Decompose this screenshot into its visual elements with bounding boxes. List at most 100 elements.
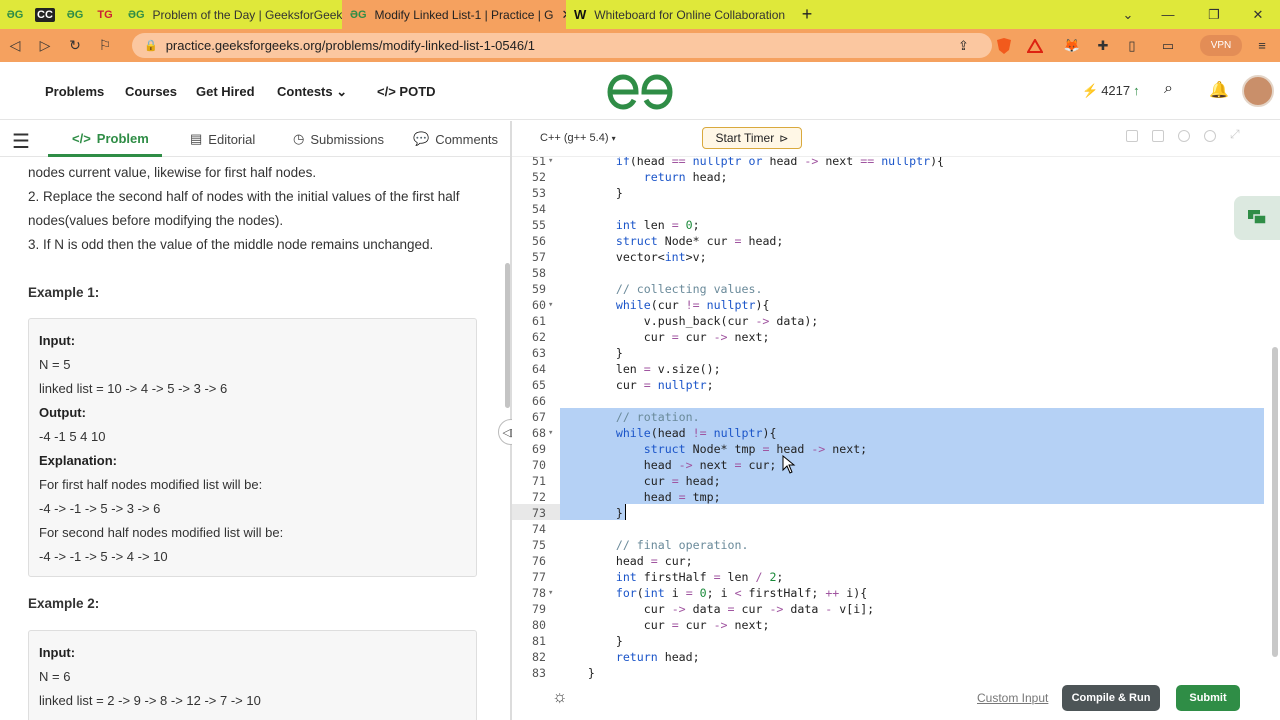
wallet-icon[interactable]: ▭ (1158, 35, 1178, 56)
close-icon[interactable]: ✕ (554, 7, 566, 23)
code-line[interactable]: 58 (512, 265, 1272, 281)
code-line[interactable]: 75 // final operation. (512, 537, 1272, 553)
upload-icon[interactable] (1152, 130, 1164, 142)
code-line[interactable]: 80 cur = cur -> next; (512, 617, 1272, 633)
close-window-icon[interactable]: ✕ (1238, 0, 1278, 29)
tab-label: Editorial (208, 131, 256, 147)
pinned-tab-gfg[interactable]: ƏG (0, 0, 30, 29)
code-line[interactable]: 54 (512, 201, 1272, 217)
tab-editorial[interactable]: ▤ Editorial (190, 131, 255, 147)
tab-problem[interactable]: </> Problem (72, 131, 149, 146)
streak-counter[interactable]: ⚡ 4217 ↑ (1082, 83, 1140, 99)
vpn-button[interactable]: VPN (1200, 35, 1242, 56)
code-icon: </> (377, 84, 396, 99)
code-line[interactable]: 51 ▾ if(head == nullptr or head -> next =… (512, 157, 1272, 169)
code-line[interactable]: 59 // collecting values. (512, 281, 1272, 297)
pinned-tab-gfg-2[interactable]: ƏG (60, 0, 90, 29)
code-line[interactable]: 82 return head; (512, 649, 1272, 665)
submit-button[interactable]: Submit (1176, 685, 1240, 711)
sidebar-icon[interactable]: ▯ (1122, 35, 1142, 56)
compile-run-button[interactable]: Compile & Run (1062, 685, 1160, 711)
code-line[interactable]: 66 (512, 393, 1272, 409)
code-line[interactable]: 61 v.push_back(cur -> data); (512, 313, 1272, 329)
custom-input-link[interactable]: Custom Input (977, 691, 1048, 705)
gfg-logo[interactable] (606, 74, 674, 110)
forward-icon[interactable]: ▷ (30, 37, 60, 54)
new-tab-button[interactable]: + (792, 4, 822, 25)
search-icon[interactable]: ⌕ (1164, 80, 1173, 98)
minimize-icon[interactable]: — (1148, 0, 1188, 29)
metamask-icon[interactable]: 🦊 (1062, 35, 1082, 56)
code-line[interactable]: 81 } (512, 633, 1272, 649)
tab-submissions[interactable]: ◷ Submissions (293, 131, 384, 147)
line-number: 77 (532, 570, 546, 584)
language-select[interactable]: C++ (g++ 5.4) ▾ (540, 132, 616, 144)
fold-arrow-icon[interactable]: ▾ (548, 297, 553, 313)
fold-arrow-icon[interactable]: ▾ (548, 425, 553, 441)
code-line[interactable]: 67 // rotation. (512, 409, 1272, 425)
share-icon[interactable]: ⇪ (958, 38, 969, 54)
address-bar[interactable]: 🔒 practice.geeksforgeeks.org/problems/mo… (132, 33, 992, 58)
code-text: for(int i = 0; i < firstHalf; ++ i){ (615, 586, 868, 600)
brave-rewards-icon[interactable] (1025, 35, 1045, 56)
avatar[interactable] (1242, 75, 1274, 107)
code-line[interactable]: 53 } (512, 185, 1272, 201)
code-line[interactable]: 65 cur = nullptr; (512, 377, 1272, 393)
line-number: 82 (532, 650, 546, 664)
back-icon[interactable]: ◁ (0, 37, 30, 54)
tab-problem-of-the-day[interactable]: ƏG Problem of the Day | GeeksforGeeks | … (120, 0, 342, 29)
settings-icon[interactable] (1178, 130, 1190, 142)
maximize-icon[interactable]: ❐ (1194, 0, 1234, 29)
tab-whiteboard[interactable]: W Whiteboard for Online Collaboration ✕ (566, 0, 792, 29)
editor-scrollbar[interactable] (1272, 347, 1278, 657)
pinned-tab-tg[interactable]: TG (90, 0, 120, 29)
fold-arrow-icon[interactable]: ▾ (548, 585, 553, 601)
extensions-icon[interactable]: ✚ (1093, 35, 1113, 56)
fold-arrow-icon[interactable]: ▾ (548, 157, 553, 169)
menu-icon[interactable]: ≡ (1252, 35, 1272, 56)
code-line[interactable]: 74 (512, 521, 1272, 537)
nav-get-hired[interactable]: Get Hired (196, 84, 255, 99)
code-line[interactable]: 79 cur -> data = cur -> data - v[i]; (512, 601, 1272, 617)
tab-modify-linked-list[interactable]: ƏG Modify Linked List-1 | Practice | G ✕ (342, 0, 566, 29)
bell-icon[interactable]: 🔔 (1209, 80, 1229, 100)
code-editor[interactable]: 51 ▾ if(head == nullptr or head -> next =… (512, 157, 1272, 681)
example-value: N = 5 (39, 357, 71, 372)
code-line[interactable]: 72 head = tmp; (512, 489, 1272, 505)
code-line[interactable]: 70 head -> next = cur; (512, 457, 1272, 473)
code-line[interactable]: 68 ▾ while(head != nullptr){ (512, 425, 1272, 441)
fullscreen-icon[interactable]: ⤢ (1230, 127, 1242, 141)
code-line[interactable]: 60 ▾ while(cur != nullptr){ (512, 297, 1272, 313)
code-line[interactable]: 52 return head; (512, 169, 1272, 185)
tab-comments[interactable]: 💬 Comments (413, 131, 498, 147)
code-line[interactable]: 62 cur = cur -> next; (512, 329, 1272, 345)
code-line[interactable]: 71 cur = head; (512, 473, 1272, 489)
close-icon[interactable]: ✕ (785, 7, 792, 23)
nav-contests[interactable]: Contests ⌄ (277, 84, 347, 100)
nav-potd[interactable]: </> POTD (377, 84, 436, 99)
code-line[interactable]: 83 } (512, 665, 1272, 681)
chevron-down-icon[interactable]: ⌄ (1108, 0, 1148, 29)
code-line[interactable]: 56 struct Node* cur = head; (512, 233, 1272, 249)
code-line[interactable]: 63 } (512, 345, 1272, 361)
start-timer-button[interactable]: Start Timer ⊳ (702, 127, 802, 149)
reset-icon[interactable] (1204, 130, 1216, 142)
nav-problems[interactable]: Problems (45, 84, 104, 99)
code-line[interactable]: 55 int len = 0; (512, 217, 1272, 233)
code-line[interactable]: 64 len = v.size(); (512, 361, 1272, 377)
nav-courses[interactable]: Courses (125, 84, 177, 99)
bookmark-icon[interactable]: ⚐ (90, 37, 120, 54)
code-line[interactable]: 73 } (512, 505, 1272, 521)
code-line[interactable]: 57 vector<int>v; (512, 249, 1272, 265)
copy-icon[interactable] (1126, 130, 1138, 142)
brave-shield-icon[interactable] (994, 35, 1014, 56)
code-line[interactable]: 76 head = cur; (512, 553, 1272, 569)
pinned-tab-cc[interactable]: CC (30, 0, 60, 29)
code-line[interactable]: 78 ▾ for(int i = 0; i < firstHalf; ++ i){ (512, 585, 1272, 601)
lightbulb-icon[interactable]: ☼ (552, 687, 568, 707)
code-line[interactable]: 69 struct Node* tmp = head -> next; (512, 441, 1272, 457)
chat-button[interactable] (1234, 196, 1280, 240)
hamburger-icon[interactable]: ☰ (12, 129, 30, 154)
reload-icon[interactable]: ↻ (60, 37, 90, 54)
code-line[interactable]: 77 int firstHalf = len / 2; (512, 569, 1272, 585)
